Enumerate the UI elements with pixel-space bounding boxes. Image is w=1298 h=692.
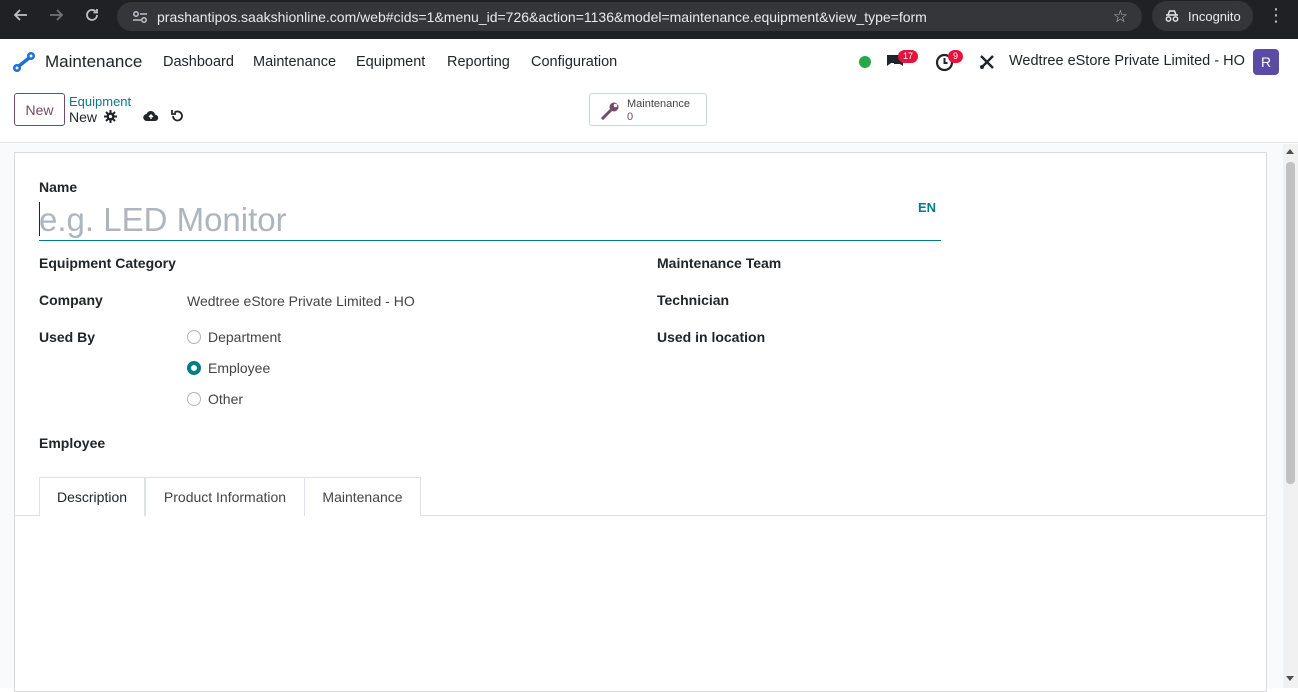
address-bar[interactable]: prashantipos.saakshionline.com/web#cids=…: [117, 2, 1142, 31]
wrench-icon: [600, 101, 620, 126]
radio-employee-label[interactable]: Employee: [208, 360, 270, 376]
menu-equipment[interactable]: Equipment: [356, 54, 425, 70]
used-by-label: Used By: [39, 329, 96, 345]
technician-label: Technician: [657, 292, 730, 308]
url-text[interactable]: prashantipos.saakshionline.com/web#cids=…: [157, 9, 927, 25]
new-button[interactable]: New: [14, 93, 65, 126]
menu-configuration[interactable]: Configuration: [531, 54, 617, 70]
language-toggle[interactable]: EN: [918, 200, 936, 215]
name-label: Name: [39, 179, 78, 195]
breadcrumb-equipment[interactable]: Equipment: [69, 94, 131, 109]
presence-status-dot[interactable]: [859, 56, 871, 68]
app-navbar: Maintenance Dashboard Maintenance Equipm…: [0, 39, 1298, 85]
radio-department[interactable]: [187, 330, 201, 344]
menu-maintenance[interactable]: Maintenance: [253, 54, 336, 70]
maintenance-smart-button[interactable]: Maintenance 0: [589, 93, 707, 126]
employee-label: Employee: [39, 435, 106, 451]
gear-icon[interactable]: [104, 110, 117, 128]
used-in-location-label: Used in location: [657, 329, 766, 345]
app-name[interactable]: Maintenance: [45, 52, 142, 72]
scroll-up-arrow-icon[interactable]: [1286, 149, 1294, 154]
name-placeholder: e.g. LED Monitor: [39, 201, 287, 238]
user-avatar[interactable]: R: [1253, 49, 1279, 75]
incognito-icon: [1165, 10, 1179, 22]
browser-toolbar: prashantipos.saakshionline.com/web#cids=…: [0, 0, 1298, 39]
incognito-label: Incognito: [1188, 8, 1241, 24]
radio-employee[interactable]: [187, 361, 201, 375]
menu-dashboard[interactable]: Dashboard: [163, 54, 234, 70]
radio-other-label[interactable]: Other: [208, 391, 243, 407]
tab-product-information[interactable]: Product Information: [145, 477, 305, 516]
bookmark-star-icon[interactable]: ☆: [1113, 7, 1128, 27]
notebook-tabs: Description Product Information Maintena…: [14, 477, 1267, 517]
page-scrollbar[interactable]: [1283, 144, 1298, 688]
company-field[interactable]: Wedtree eStore Private Limited - HO: [187, 293, 415, 309]
incognito-indicator[interactable]: Incognito: [1152, 1, 1253, 31]
equipment-category-label: Equipment Category: [39, 255, 176, 271]
maintenance-team-label: Maintenance Team: [657, 255, 782, 271]
maintenance-app-icon[interactable]: [12, 51, 36, 78]
menu-reporting[interactable]: Reporting: [447, 54, 510, 70]
site-settings-icon[interactable]: [125, 10, 155, 24]
smart-button-count: 0: [627, 111, 634, 123]
company-switcher[interactable]: Wedtree eStore Private Limited - HO: [1009, 53, 1245, 69]
smart-button-label: Maintenance: [627, 98, 690, 110]
radio-other[interactable]: [187, 392, 201, 406]
forward-icon[interactable]: [38, 0, 74, 30]
save-cloud-icon[interactable]: [143, 109, 159, 128]
tab-description[interactable]: Description: [39, 477, 145, 517]
browser-menu-icon[interactable]: ⋮: [1266, 5, 1286, 26]
control-panel: New Equipment New Maintenance 0: [0, 85, 1298, 143]
back-icon[interactable]: [3, 0, 39, 30]
breadcrumb-current: New: [69, 109, 98, 125]
messages-count-badge: 17: [898, 50, 919, 63]
company-label: Company: [39, 292, 103, 308]
discard-undo-icon[interactable]: [170, 109, 184, 128]
text-caret: [39, 202, 40, 236]
debug-tools-icon[interactable]: [978, 53, 996, 76]
activities-count-badge: 9: [948, 50, 964, 63]
name-input[interactable]: e.g. LED Monitor: [39, 197, 941, 241]
tab-maintenance[interactable]: Maintenance: [304, 477, 421, 516]
radio-department-label[interactable]: Department: [208, 329, 281, 345]
scroll-thumb[interactable]: [1286, 162, 1295, 484]
reload-icon[interactable]: [74, 0, 110, 30]
scroll-down-arrow-icon[interactable]: [1286, 676, 1294, 681]
